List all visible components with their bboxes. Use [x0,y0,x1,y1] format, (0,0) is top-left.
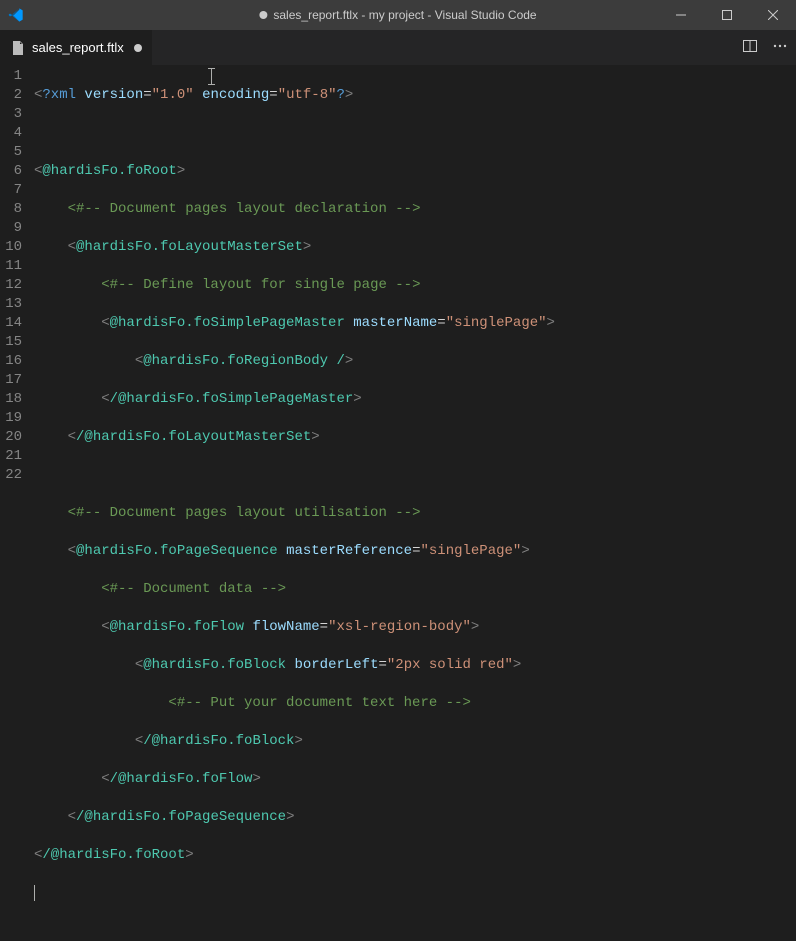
modified-dot-icon [259,11,267,19]
code-line: <@hardisFo.foFlow flowName="xsl-region-b… [34,618,796,637]
line-number: 5 [0,143,22,162]
line-number: 3 [0,105,22,124]
split-editor-icon[interactable] [742,38,758,57]
text-cursor-icon [211,68,212,85]
code-line: </@hardisFo.foPageSequence> [34,808,796,827]
minimize-button[interactable] [658,0,704,30]
line-number: 20 [0,428,22,447]
code-line: <@hardisFo.foRegionBody /> [34,352,796,371]
code-line: <#-- Document pages layout declaration -… [34,200,796,219]
more-actions-icon[interactable] [772,38,788,57]
line-number: 16 [0,352,22,371]
code-line: </@hardisFo.foRoot> [34,846,796,865]
code-line: <?xml version="1.0" encoding="utf-8"?> [34,86,796,105]
window-controls [658,0,796,30]
window-title-text: sales_report.ftlx - my project - Visual … [273,8,536,22]
code-line: <#-- Document data --> [34,580,796,599]
code-area[interactable]: <?xml version="1.0" encoding="utf-8"?> <… [34,65,796,556]
line-number: 2 [0,86,22,105]
tab-modified-dot-icon [134,44,142,52]
file-icon [10,40,26,56]
editor[interactable]: 1 2 3 4 5 6 7 8 9 10 11 12 13 14 15 16 1… [0,65,796,556]
tab-bar: sales_report.ftlx [0,30,796,65]
line-number: 19 [0,409,22,428]
code-line: </@hardisFo.foSimplePageMaster> [34,390,796,409]
maximize-button[interactable] [704,0,750,30]
line-number: 1 [0,67,22,86]
code-line [34,124,796,143]
tab-bar-actions [742,30,796,65]
code-line: <#-- Put your document text here --> [34,694,796,713]
code-line [34,884,796,903]
code-line: <@hardisFo.foLayoutMasterSet> [34,238,796,257]
line-number: 22 [0,466,22,485]
title-bar-left [8,7,24,23]
vscode-logo-icon [8,7,24,23]
code-line: <#-- Document pages layout utilisation -… [34,504,796,523]
code-line: </@hardisFo.foFlow> [34,770,796,789]
caret-icon [34,885,35,901]
code-line [34,466,796,485]
line-number: 8 [0,200,22,219]
line-number: 17 [0,371,22,390]
line-number: 15 [0,333,22,352]
code-line: <@hardisFo.foSimplePageMaster masterName… [34,314,796,333]
line-number: 13 [0,295,22,314]
code-line: </@hardisFo.foBlock> [34,732,796,751]
line-number: 11 [0,257,22,276]
line-number: 12 [0,276,22,295]
line-number: 21 [0,447,22,466]
tab-filename: sales_report.ftlx [32,40,124,55]
line-number: 18 [0,390,22,409]
title-bar: sales_report.ftlx - my project - Visual … [0,0,796,30]
line-number: 6 [0,162,22,181]
code-line: <#-- Define layout for single page --> [34,276,796,295]
code-line: <@hardisFo.foRoot> [34,162,796,181]
line-number: 14 [0,314,22,333]
code-line: <@hardisFo.foBlock borderLeft="2px solid… [34,656,796,675]
line-number: 9 [0,219,22,238]
window-title: sales_report.ftlx - my project - Visual … [259,8,536,22]
tab-sales-report[interactable]: sales_report.ftlx [0,30,153,65]
line-number-gutter: 1 2 3 4 5 6 7 8 9 10 11 12 13 14 15 16 1… [0,65,34,556]
line-number: 7 [0,181,22,200]
line-number: 10 [0,238,22,257]
code-line: </@hardisFo.foLayoutMasterSet> [34,428,796,447]
code-line: <@hardisFo.foPageSequence masterReferenc… [34,542,796,561]
line-number: 4 [0,124,22,143]
close-button[interactable] [750,0,796,30]
